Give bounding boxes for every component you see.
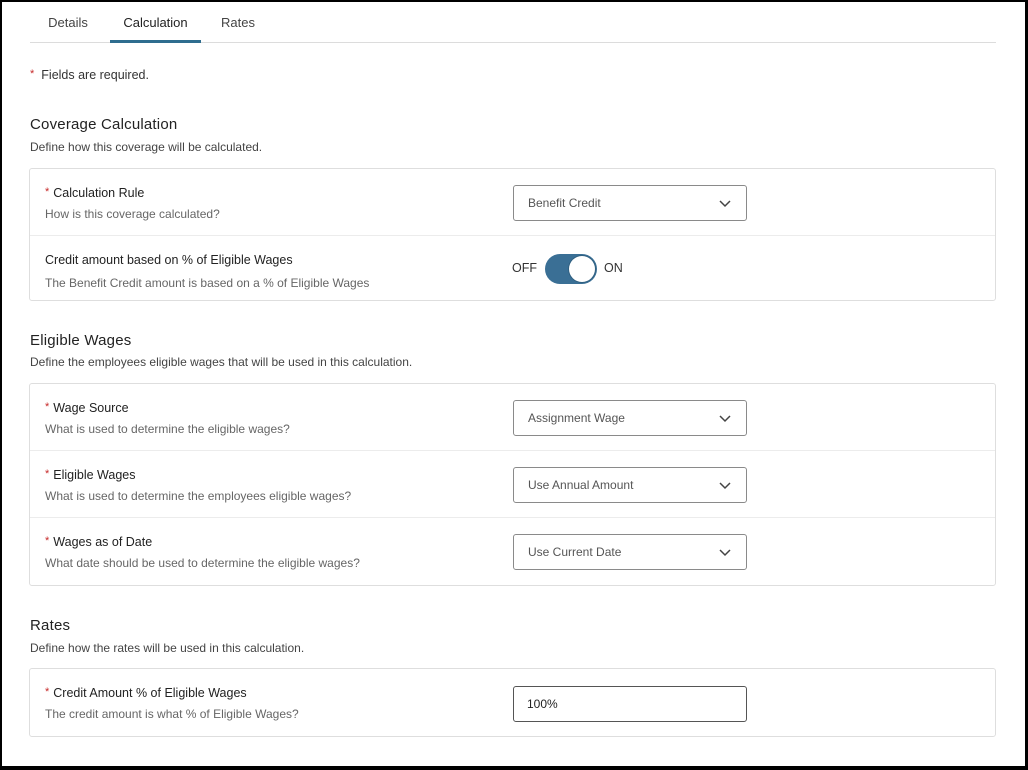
field-help: What is used to determine the eligible w… (45, 422, 290, 436)
section-title-coverage: Coverage Calculation (30, 116, 178, 133)
chevron-down-icon (719, 200, 731, 208)
required-marker: * (45, 468, 50, 480)
eligible-wages-card: * Wage Source What is used to determine t… (29, 383, 996, 586)
toggle-on-label: ON (604, 261, 623, 275)
chevron-down-icon (719, 549, 731, 557)
field-help: The credit amount is what % of Eligible … (45, 707, 299, 721)
field-help: What is used to determine the employees … (45, 489, 352, 503)
rates-card: * Credit Amount % of Eligible Wages The c… (29, 668, 996, 737)
chevron-down-icon (719, 482, 731, 490)
credit-based-toggle[interactable] (545, 254, 597, 284)
coverage-card: * Calculation Rule How is this coverage c… (29, 168, 996, 301)
select-value: Assignment Wage (528, 411, 625, 425)
wage-source-row: * Wage Source What is used to determine t… (30, 384, 995, 451)
tab-rates[interactable]: Rates (216, 2, 260, 43)
field-help: The Benefit Credit amount is based on a … (45, 276, 370, 290)
tab-bar: Details Calculation Rates (30, 2, 996, 43)
chevron-down-icon (719, 415, 731, 423)
required-marker: * (45, 401, 50, 413)
section-title-rates: Rates (30, 617, 71, 634)
select-value: Benefit Credit (528, 196, 601, 210)
field-label: * Calculation Rule (45, 186, 145, 200)
eligible-wages-row: * Eligible Wages What is used to determin… (30, 451, 995, 518)
select-value: Use Current Date (528, 545, 622, 559)
wages-as-of-date-row: * Wages as of Date What date should be us… (30, 518, 995, 585)
field-help: How is this coverage calculated? (45, 207, 220, 221)
tab-calculation[interactable]: Calculation (110, 2, 201, 43)
credit-amount-percent-input[interactable] (513, 686, 747, 722)
credit-amount-row: * Credit Amount % of Eligible Wages The c… (30, 669, 995, 736)
required-marker: * (45, 186, 50, 198)
eligible-wages-select[interactable]: Use Annual Amount (513, 467, 747, 503)
field-label: * Credit Amount % of Eligible Wages (45, 686, 247, 700)
tab-details[interactable]: Details (40, 2, 96, 43)
select-value: Use Annual Amount (528, 478, 634, 492)
section-title-eligible-wages: Eligible Wages (30, 332, 132, 349)
section-desc-eligible-wages: Define the employees eligible wages that… (30, 355, 413, 369)
field-label: * Wage Source (45, 401, 129, 415)
toggle-knob (569, 256, 595, 282)
field-help: What date should be used to determine th… (45, 556, 360, 570)
field-label: Credit amount based on % of Eligible Wag… (45, 253, 293, 267)
toggle-off-label: OFF (512, 261, 537, 275)
section-desc-rates: Define how the rates will be used in thi… (30, 641, 305, 655)
calculation-rule-select[interactable]: Benefit Credit (513, 185, 747, 221)
section-desc-coverage: Define how this coverage will be calcula… (30, 140, 263, 154)
required-marker: * (30, 68, 35, 80)
field-label: * Wages as of Date (45, 535, 153, 549)
required-marker: * (45, 686, 50, 698)
calculation-page: Details Calculation Rates * Fields are re… (2, 2, 1025, 766)
calculation-rule-row: * Calculation Rule How is this coverage c… (30, 169, 995, 236)
required-marker: * (45, 535, 50, 547)
credit-toggle-row: Credit amount based on % of Eligible Wag… (30, 236, 995, 303)
wages-as-of-date-select[interactable]: Use Current Date (513, 534, 747, 570)
field-label: * Eligible Wages (45, 468, 136, 482)
required-note-text: Fields are required. (41, 68, 149, 82)
wage-source-select[interactable]: Assignment Wage (513, 400, 747, 436)
required-fields-note: * Fields are required. (30, 68, 149, 82)
